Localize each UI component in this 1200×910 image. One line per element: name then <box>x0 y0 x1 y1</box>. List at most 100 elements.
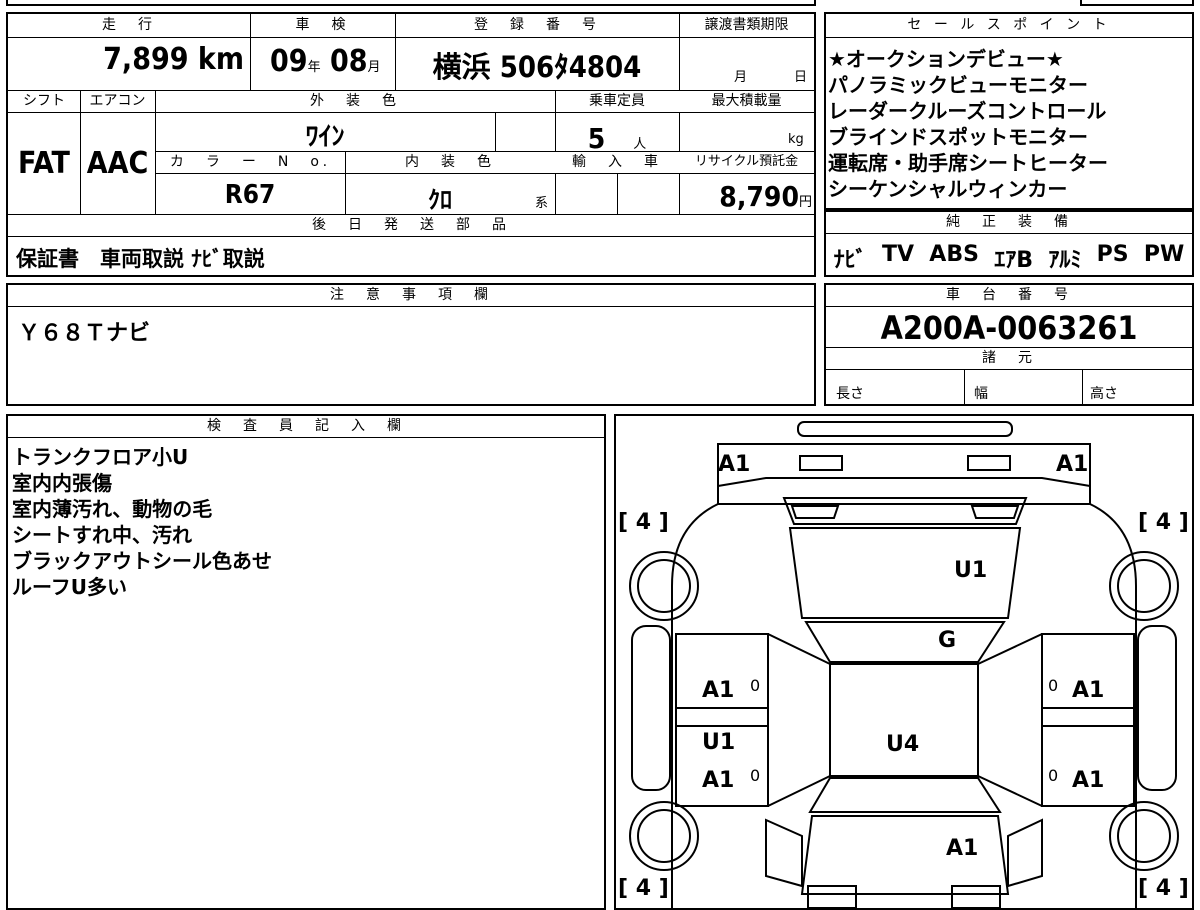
equipment-item: PS <box>1096 242 1129 267</box>
notes-value: Ｙ６８Ｔナビ <box>18 321 151 346</box>
recycle-label: リサイクル預託金 <box>679 152 814 174</box>
mark-left-front-door: A1 <box>702 678 735 703</box>
registration-value: 横浜 506ﾀ4804 <box>432 50 642 84</box>
int-color-label: 内 装 色 <box>345 152 555 174</box>
max-load-label: 最大積載量 <box>679 91 814 113</box>
headlight-left <box>799 455 843 471</box>
inspector-line: 室内内張傷 <box>12 471 112 495</box>
genuine-equipment-label: 純 正 装 備 <box>826 212 1192 234</box>
shaken-value: 09年 08月 <box>270 44 381 79</box>
mark-roof: U4 <box>886 732 920 757</box>
notes-box: 注 意 事 項 欄 Ｙ６８Ｔナビ <box>6 283 816 406</box>
int-color-unit: 系 <box>535 196 549 211</box>
notes-label: 注 意 事 項 欄 <box>8 285 814 307</box>
mark-right-rear-door: A1 <box>1072 768 1105 793</box>
tire-rear-right: [ 4 ] <box>1138 876 1189 901</box>
registration-label: 登 録 番 号 <box>395 14 679 38</box>
sales-points-list: ★オークションデビュー★ パノラミックビューモニター レーダークルーズコントロー… <box>828 46 1108 202</box>
equipment-item: ｱﾙﾐ <box>1048 248 1082 273</box>
mark-windshield: G <box>938 628 957 653</box>
transfer-day: 日 <box>794 70 808 85</box>
height-label: 高さ <box>1090 386 1118 402</box>
wheel-front-right <box>1109 551 1179 621</box>
ac-value: AAC <box>86 146 149 181</box>
equipment-item: ABS <box>929 242 979 267</box>
ext-color-value: ﾜｲﾝ <box>305 122 345 152</box>
right-sill <box>1137 625 1177 791</box>
sales-points-box: セ ー ル ス ポ イ ン ト ★オークションデビュー★ パノラミックビューモニ… <box>824 12 1194 210</box>
inspector-label: 検 査 員 記 入 欄 <box>8 416 604 438</box>
mark-right-front-zero: 0 <box>1048 676 1059 695</box>
capacity-label: 乗車定員 <box>555 91 679 113</box>
equipment-item: PW <box>1143 242 1185 267</box>
max-load-unit: kg <box>788 132 804 147</box>
wheel-rear-right <box>1109 801 1179 871</box>
chassis-label: 車 台 番 号 <box>826 285 1192 307</box>
equipment-item: ﾅﾋﾞ <box>833 248 867 273</box>
car-diagram-svg <box>629 421 1179 908</box>
roof-outline <box>829 663 979 777</box>
shift-value: FAT <box>18 146 70 181</box>
vehicle-info-table: 走 行 車 検 登 録 番 号 譲渡書類期限 7,899 km 09年 08月 … <box>6 12 816 277</box>
mark-right-rear-zero: 0 <box>1048 766 1059 785</box>
car-diagram-box: A1 A1 [ 4 ] [ 4 ] [ 4 ] [ 4 ] U1 G A1 0 … <box>614 414 1194 910</box>
top-stub-right <box>1080 0 1194 6</box>
sales-point-item: レーダークルーズコントロール <box>828 99 1107 123</box>
wheel-front-left <box>629 551 699 621</box>
windshield-outline <box>804 621 1006 663</box>
later-parts-label: 後 日 発 送 部 品 <box>8 215 814 237</box>
shift-label: シフト <box>8 91 80 113</box>
sales-point-item: 運転席・助手席シートヒーター <box>828 151 1108 175</box>
left-sill <box>631 625 671 791</box>
tire-front-right: [ 4 ] <box>1138 510 1189 535</box>
mileage-value: 7,899 km <box>103 42 244 77</box>
width-label: 幅 <box>974 386 988 402</box>
mark-left-rear-upper: U1 <box>702 730 736 755</box>
ext-color-label: 外 装 色 <box>155 91 555 113</box>
shaken-label: 車 検 <box>250 14 395 38</box>
color-no-value: R67 <box>224 180 276 210</box>
color-no-label: カ ラ ー N o. <box>156 152 345 174</box>
inspector-line: 室内薄汚れ、動物の毛 <box>12 497 213 521</box>
rear-bumper-right <box>951 885 1001 908</box>
inspector-line: トランクフロア小U <box>12 445 189 469</box>
sales-point-item: ★オークションデビュー★ <box>828 47 1064 71</box>
int-color-value: ｸﾛ <box>428 186 452 214</box>
length-label: 長さ <box>836 386 864 402</box>
sales-point-item: シーケンシャルウィンカー <box>828 177 1068 201</box>
recycle-value: 8,790円 <box>719 180 812 213</box>
rear-glass-outline <box>808 777 1002 813</box>
tire-rear-left: [ 4 ] <box>618 876 669 901</box>
genuine-equipment-box: 純 正 装 備 ﾅﾋﾞ TV ABS ｴｱB ｱﾙﾐ PS PW <box>824 210 1194 277</box>
chassis-value: A200A-0063261 <box>880 309 1138 347</box>
transfer-month: 月 <box>734 70 748 85</box>
front-nose-outline <box>717 443 1091 505</box>
sales-point-item: パノラミックビューモニター <box>828 73 1088 97</box>
chassis-box: 車 台 番 号 A200A-0063261 諸 元 長さ 幅 高さ <box>824 283 1194 406</box>
transfer-deadline-label: 譲渡書類期限 <box>679 14 814 38</box>
mark-left-rear-door: A1 <box>702 768 735 793</box>
mark-right-front-door: A1 <box>1072 678 1105 703</box>
mark-left-rear-zero: 0 <box>750 766 761 785</box>
sales-point-item: ブラインドスポットモニター <box>828 125 1088 149</box>
inspector-line: ルーフU多い <box>12 575 128 599</box>
inspector-line: シートすれ中、汚れ <box>12 523 192 547</box>
equipment-item: ｴｱB <box>994 248 1034 273</box>
top-stub-left <box>6 0 816 6</box>
rear-bumper-left <box>807 885 857 908</box>
front-bumper-outline <box>797 421 1013 437</box>
later-parts-value: 保証書 車両取説 ﾅﾋﾞ取説 <box>16 247 265 271</box>
wheel-rear-left <box>629 801 699 871</box>
mileage-label: 走 行 <box>8 14 250 38</box>
mark-hood: U1 <box>954 558 988 583</box>
import-label: 輸 入 車 <box>555 152 679 174</box>
tire-front-left: [ 4 ] <box>618 510 669 535</box>
inspector-line: ブラックアウトシール色あせ <box>12 549 272 573</box>
mark-front-right: A1 <box>1056 452 1089 477</box>
ac-label: エアコン <box>80 91 155 113</box>
equipment-item: TV <box>881 242 914 267</box>
mark-left-front-zero: 0 <box>750 676 761 695</box>
grille-outline <box>782 497 1028 525</box>
inspector-lines: トランクフロア小U 室内内張傷 室内薄汚れ、動物の毛 シートすれ中、汚れ ブラッ… <box>12 444 272 600</box>
genuine-equipment-list: ﾅﾋﾞ TV ABS ｴｱB ｱﾙﾐ PS PW <box>826 242 1192 274</box>
